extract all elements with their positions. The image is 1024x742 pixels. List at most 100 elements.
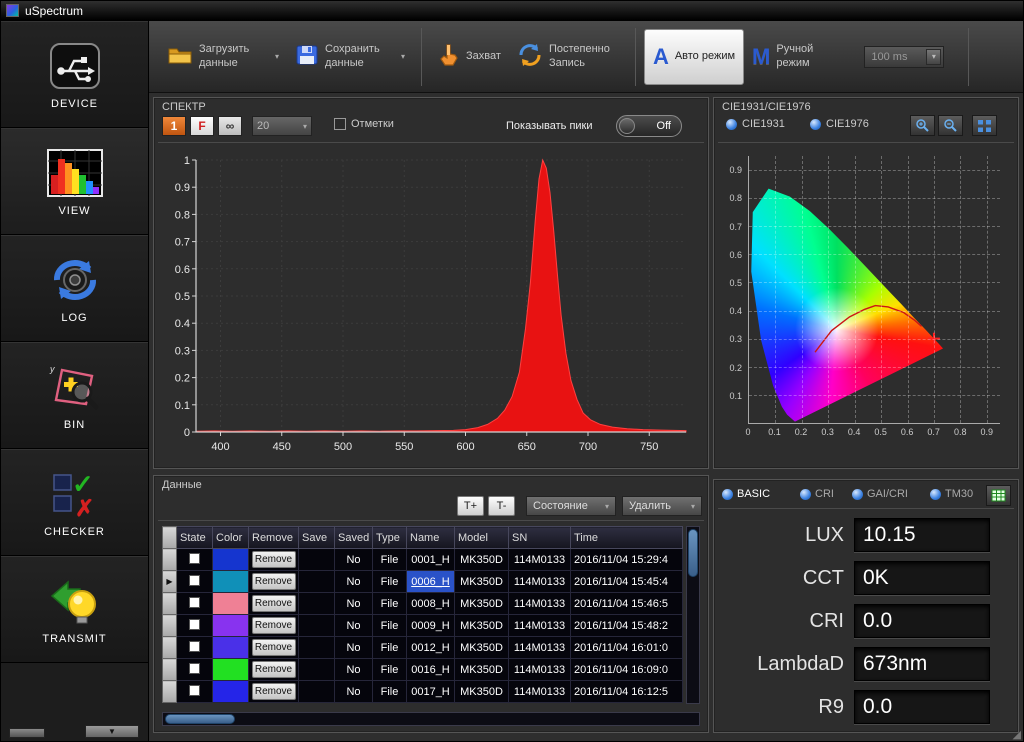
- remove-button[interactable]: Remove: [252, 551, 296, 568]
- table-row[interactable]: RemoveNoFile0016_HMK350D114M01332016/11/…: [163, 659, 683, 681]
- cie-plot-area[interactable]: [748, 156, 1000, 424]
- sidebar-collapse-button[interactable]: ▼: [85, 725, 139, 738]
- sidebar-item-device[interactable]: DEVICE: [1, 21, 148, 128]
- table-row[interactable]: RemoveNoFile0017_HMK350D114M01332016/11/…: [163, 681, 683, 703]
- sidebar-item-log[interactable]: LOG: [1, 235, 148, 342]
- color-swatch[interactable]: [213, 637, 249, 659]
- capture-button[interactable]: Захват: [430, 27, 509, 87]
- cie1931-radio[interactable]: CIE1931: [726, 118, 785, 130]
- state-checkbox[interactable]: [189, 685, 200, 696]
- remove-button[interactable]: Remove: [252, 617, 296, 634]
- auto-mode-button[interactable]: A Авто режим: [644, 29, 744, 85]
- color-swatch[interactable]: [213, 681, 249, 703]
- table-horizontal-scrollbar[interactable]: [162, 712, 700, 726]
- zoom-in-button[interactable]: [910, 115, 935, 136]
- time-cell: 2016/11/04 15:45:4: [571, 571, 683, 593]
- table-row[interactable]: RemoveNoFile0001_HMK350D114M01332016/11/…: [163, 549, 683, 571]
- marks-checkbox[interactable]: [334, 118, 346, 130]
- state-checkbox[interactable]: [189, 641, 200, 652]
- name-cell[interactable]: 0009_H: [407, 615, 455, 637]
- peaks-toggle[interactable]: Off: [616, 115, 682, 137]
- table-view-button[interactable]: [986, 485, 1011, 506]
- manual-mode-button[interactable]: M Ручной режим: [744, 27, 854, 87]
- color-swatch[interactable]: [213, 659, 249, 681]
- remove-button[interactable]: Remove: [252, 573, 296, 590]
- state-menu-dropdown[interactable]: Состояние ▾: [526, 496, 616, 516]
- remove-button[interactable]: Remove: [252, 661, 296, 678]
- state-cell[interactable]: [177, 593, 213, 615]
- column-header[interactable]: Remove: [249, 527, 299, 549]
- load-data-button[interactable]: Загрузить данные ▾: [159, 27, 287, 87]
- color-swatch[interactable]: [213, 571, 249, 593]
- svg-text:0.7: 0.7: [175, 237, 190, 249]
- scrollbar-thumb[interactable]: [688, 529, 698, 577]
- state-cell[interactable]: [177, 615, 213, 637]
- marks-checkbox-group[interactable]: Отметки: [334, 118, 394, 130]
- sidebar-item-bin[interactable]: y BIN: [1, 342, 148, 449]
- record-button[interactable]: Постепенно Запись: [509, 27, 627, 87]
- table-row[interactable]: RemoveNoFile0012_HMK350D114M01332016/11/…: [163, 637, 683, 659]
- name-cell[interactable]: 0016_H: [407, 659, 455, 681]
- state-checkbox[interactable]: [189, 663, 200, 674]
- delete-menu-dropdown[interactable]: Удалить ▾: [622, 496, 702, 516]
- state-checkbox[interactable]: [189, 619, 200, 630]
- column-header[interactable]: Model: [455, 527, 509, 549]
- column-header[interactable]: State: [177, 527, 213, 549]
- color-swatch[interactable]: [213, 593, 249, 615]
- zoom-out-button[interactable]: [938, 115, 963, 136]
- table-vertical-scrollbar[interactable]: [686, 526, 700, 704]
- sidebar-splitter-button[interactable]: [9, 728, 45, 738]
- table-row[interactable]: RemoveNoFile0009_HMK350D114M01332016/11/…: [163, 615, 683, 637]
- state-cell[interactable]: [177, 659, 213, 681]
- state-checkbox[interactable]: [189, 553, 200, 564]
- interval-dropdown[interactable]: 100 ms ▾: [864, 46, 944, 68]
- tab-cri[interactable]: CRI: [800, 488, 834, 500]
- r9-value: 0.0: [854, 690, 990, 724]
- fullscale-button[interactable]: F: [190, 116, 214, 136]
- color-swatch[interactable]: [213, 549, 249, 571]
- state-cell[interactable]: [177, 549, 213, 571]
- remove-button[interactable]: Remove: [252, 639, 296, 656]
- scrollbar-thumb[interactable]: [165, 714, 235, 724]
- tab-gai-cri[interactable]: GAI/CRI: [852, 488, 908, 500]
- title-bar[interactable]: uSpectrum: [1, 1, 1024, 21]
- state-cell[interactable]: [177, 637, 213, 659]
- state-checkbox[interactable]: [189, 575, 200, 586]
- radio-icon: [810, 119, 821, 130]
- column-header[interactable]: Name: [407, 527, 455, 549]
- add-row-button[interactable]: T+: [457, 496, 484, 516]
- cie1976-radio[interactable]: CIE1976: [810, 118, 869, 130]
- column-header[interactable]: Save: [299, 527, 335, 549]
- column-header[interactable]: Type: [373, 527, 407, 549]
- sidebar-item-checker[interactable]: ✓ ✗ CHECKER: [1, 449, 148, 556]
- color-swatch[interactable]: [213, 615, 249, 637]
- state-checkbox[interactable]: [189, 597, 200, 608]
- table-row[interactable]: ▶RemoveNoFile0006_HMK350D114M01332016/11…: [163, 571, 683, 593]
- trace-1-button[interactable]: 1: [162, 116, 186, 136]
- fit-view-button[interactable]: [972, 115, 997, 136]
- state-cell[interactable]: [177, 571, 213, 593]
- name-cell[interactable]: 0012_H: [407, 637, 455, 659]
- tab-tm30[interactable]: TM30: [930, 488, 973, 500]
- name-cell[interactable]: 0008_H: [407, 593, 455, 615]
- tab-basic[interactable]: BASIC: [722, 488, 770, 500]
- column-header[interactable]: Time: [571, 527, 683, 549]
- remove-button[interactable]: Remove: [252, 683, 296, 700]
- table-row[interactable]: RemoveNoFile0008_HMK350D114M01332016/11/…: [163, 593, 683, 615]
- column-header[interactable]: Color: [213, 527, 249, 549]
- column-header[interactable]: SN: [509, 527, 571, 549]
- remove-button[interactable]: Remove: [252, 595, 296, 612]
- name-cell[interactable]: 0006_H: [407, 571, 455, 593]
- column-header[interactable]: Saved: [335, 527, 373, 549]
- save-data-button[interactable]: Сохранить данные ▾: [287, 27, 413, 87]
- link-button[interactable]: ∞: [218, 116, 242, 136]
- smoothing-dropdown[interactable]: 20 ▾: [252, 116, 312, 136]
- state-cell[interactable]: [177, 681, 213, 703]
- sidebar-item-view[interactable]: VIEW: [1, 128, 148, 235]
- sidebar-item-transmit[interactable]: TRANSMIT: [1, 556, 148, 663]
- name-cell[interactable]: 0001_H: [407, 549, 455, 571]
- remove-row-button[interactable]: T-: [488, 496, 515, 516]
- svg-text:0: 0: [184, 427, 190, 439]
- resize-grip[interactable]: ◢: [1013, 728, 1021, 741]
- name-cell[interactable]: 0017_H: [407, 681, 455, 703]
